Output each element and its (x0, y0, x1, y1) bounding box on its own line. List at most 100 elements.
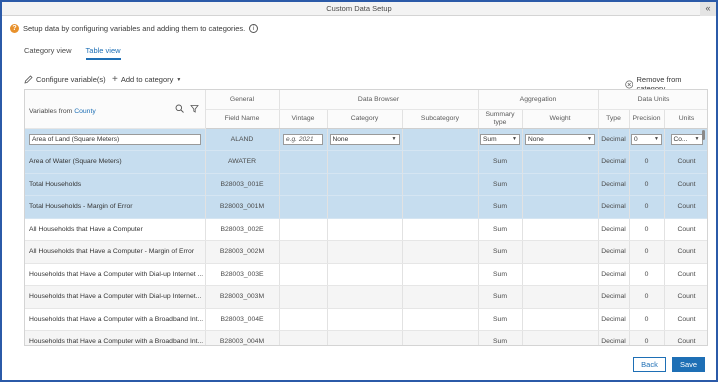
table-row[interactable]: All Households that Have a Computer - Ma… (25, 240, 707, 264)
subcategory-cell (402, 263, 479, 286)
field-name-cell: B28003_001M (205, 195, 280, 219)
add-to-category-button[interactable]: + Add to category ▼ (112, 74, 182, 84)
table-scrollbar[interactable] (702, 130, 705, 140)
variables-from-label: Variables from (29, 108, 73, 115)
column-header-precision: Precision (629, 109, 665, 129)
back-button[interactable]: Back (633, 357, 666, 372)
view-tabs: Category view Table view (24, 46, 121, 60)
group-header-data-units: Data Units (598, 90, 707, 110)
chevron-down-icon: ▼ (512, 136, 517, 143)
units-select-value: Co... (673, 135, 688, 143)
variables-table: Variables from County General Data Brows… (24, 89, 708, 346)
summary-type-select[interactable]: Sum ▼ (480, 133, 520, 145)
group-header-data-browser: Data Browser (279, 90, 479, 110)
weight-cell (522, 218, 599, 241)
summary-type-cell: Sum (478, 330, 523, 345)
category-cell (327, 240, 403, 264)
table-row[interactable]: All Households that Have a Computer B2800… (25, 218, 707, 241)
weight-select[interactable]: None ▼ (525, 133, 595, 145)
vintage-cell (279, 308, 328, 331)
tab-category-view[interactable]: Category view (24, 46, 72, 60)
precision-select-value: 0 (634, 135, 638, 143)
units-cell: Count (664, 195, 707, 219)
summary-type-cell: Sum (478, 240, 523, 264)
variable-name-cell: Total Households (25, 173, 206, 196)
table-row[interactable]: Area of Water (Square Meters) AWATER Sum De… (25, 150, 707, 174)
subcategory-cell (402, 173, 479, 196)
precision-cell: 0 (629, 218, 665, 241)
table-row[interactable]: Total Households B28003_001E Sum Decimal 0 Co… (25, 173, 707, 196)
configure-variables-label: Configure variable(s) (36, 75, 106, 84)
summary-type-cell: Sum (478, 173, 523, 196)
title-bar: Custom Data Setup « (2, 2, 716, 16)
units-cell: Count (664, 173, 707, 196)
units-cell: Count (664, 285, 707, 309)
field-name-cell: B28003_004M (205, 330, 280, 345)
summary-type-cell: Sum (478, 285, 523, 309)
subcategory-cell (402, 195, 479, 219)
table-row[interactable]: Total Households - Margin of Error B28003… (25, 195, 707, 219)
window-title: Custom Data Setup (326, 4, 392, 13)
variable-name-cell: Households that Have a Computer with a B… (25, 308, 206, 331)
units-cell: Count (664, 218, 707, 241)
subcategory-cell (402, 330, 479, 345)
group-header-aggregation: Aggregation (478, 90, 599, 110)
variable-name-input[interactable]: Area of Land (Square Meters) (29, 133, 201, 145)
column-header-type: Type (598, 109, 630, 129)
type-cell: Decimal (598, 308, 630, 331)
table-row[interactable]: Households that Have a Computer with Dia… (25, 285, 707, 309)
chevron-down-icon: ▼ (176, 76, 182, 83)
filter-icon[interactable] (190, 104, 199, 113)
subcategory-cell (402, 285, 479, 309)
vintage-input[interactable]: e.g. 2021 (283, 133, 323, 145)
table-row[interactable]: Households that Have a Computer with Dia… (25, 263, 707, 286)
precision-cell: 0 (629, 195, 665, 219)
vintage-cell (279, 195, 328, 219)
variable-name-cell: All Households that Have a Computer (25, 218, 206, 241)
precision-cell: 0 (629, 150, 665, 174)
table-row-editing[interactable]: Area of Land (Square Meters) ALAND e.g. … (25, 128, 707, 151)
group-header-general: General (205, 90, 280, 110)
weight-cell (522, 330, 599, 345)
chevron-down-icon: ▼ (654, 136, 659, 143)
table-row[interactable]: Households that Have a Computer with a B… (25, 308, 707, 331)
column-header-field-name: Field Name (205, 109, 280, 129)
summary-type-cell: Sum (478, 150, 523, 174)
variables-source-link[interactable]: County (74, 108, 96, 115)
field-name-cell: B28003_001E (205, 173, 280, 196)
units-select[interactable]: Co... ▼ (670, 133, 703, 145)
tab-table-view[interactable]: Table view (85, 46, 121, 60)
category-select[interactable]: None ▼ (329, 133, 400, 145)
type-cell: Decimal (598, 330, 630, 345)
toolbar: Configure variable(s) + Add to category … (24, 74, 708, 93)
vintage-cell (279, 330, 328, 345)
weight-cell (522, 308, 599, 331)
type-cell: Decimal (598, 218, 630, 241)
vintage-cell (279, 285, 328, 309)
weight-cell (522, 195, 599, 219)
column-header-vintage: Vintage (279, 109, 328, 129)
variable-name-cell: Households that Have a Computer with Dia… (25, 285, 206, 309)
type-cell: Decimal (598, 263, 630, 286)
vintage-cell (279, 173, 328, 196)
save-button[interactable]: Save (672, 357, 705, 372)
search-icon[interactable] (175, 104, 184, 113)
field-name-cell: B28003_002E (205, 218, 280, 241)
units-cell: Count (664, 150, 707, 174)
vintage-cell (279, 150, 328, 174)
help-icon[interactable]: i (249, 23, 259, 33)
variable-name-cell: Total Households - Margin of Error (25, 195, 206, 219)
variable-name-cell: Households that Have a Computer with Dia… (25, 263, 206, 286)
precision-select[interactable]: 0 ▼ (631, 133, 662, 145)
chevron-down-icon: ▼ (694, 136, 700, 143)
subcategory-cell (402, 240, 479, 264)
configure-variables-button[interactable]: Configure variable(s) (24, 75, 106, 84)
weight-cell (522, 240, 599, 264)
summary-type-cell: Sum (478, 195, 523, 219)
collapse-icon[interactable]: « (700, 2, 716, 16)
weight-cell (522, 173, 599, 196)
table-row[interactable]: Households that Have a Computer with a B… (25, 330, 707, 345)
weight-cell (522, 150, 599, 174)
field-name-cell: B28003_003M (205, 285, 280, 309)
units-cell: Count (664, 330, 707, 345)
